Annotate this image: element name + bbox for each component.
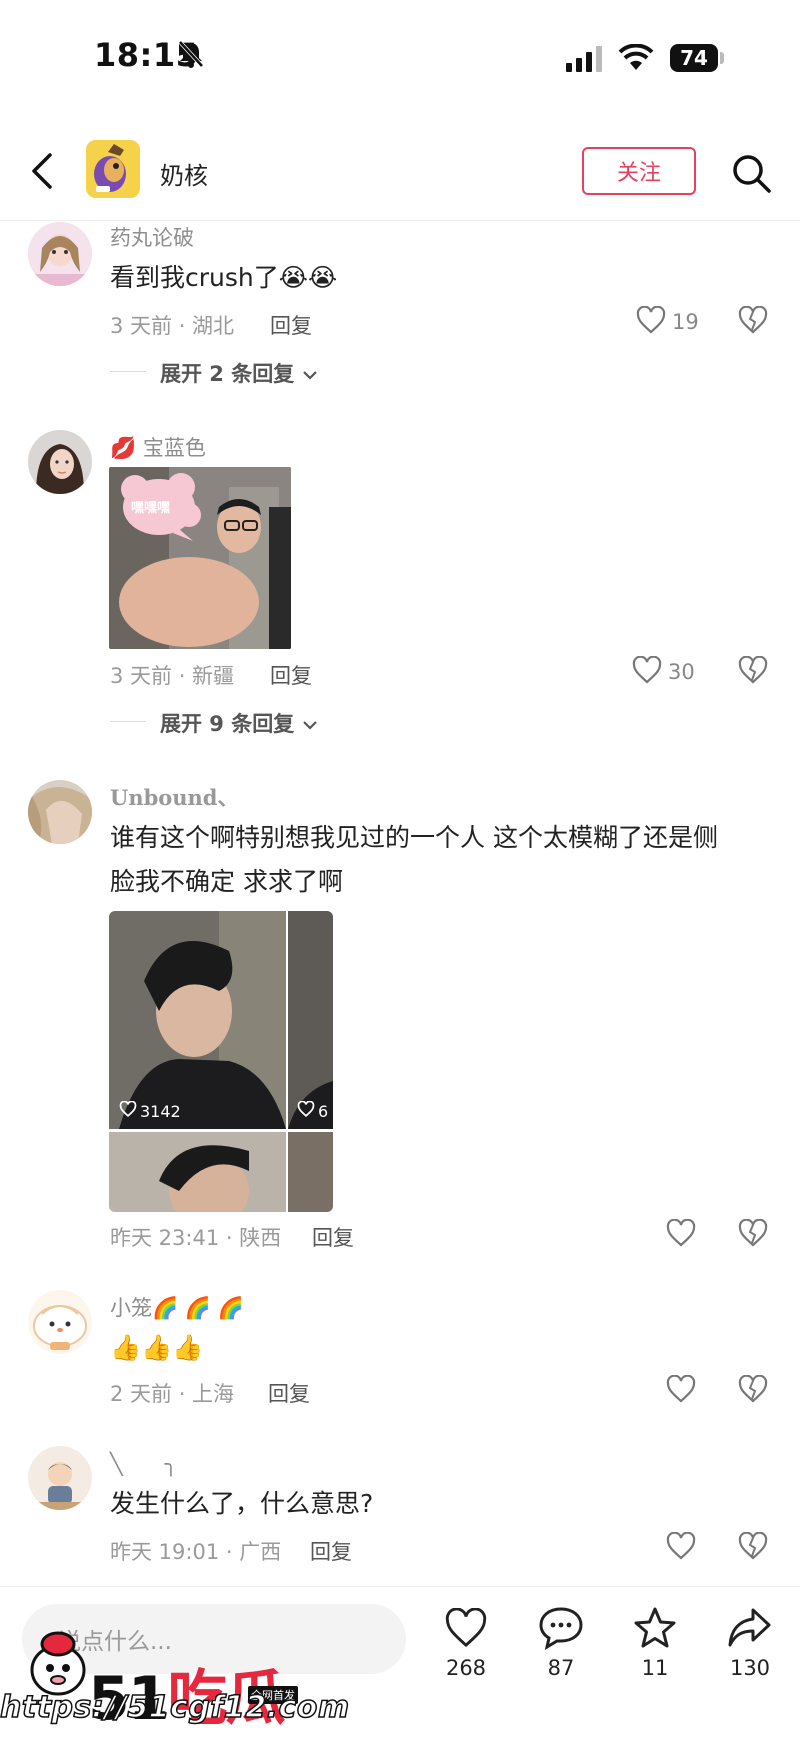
comment-avatar[interactable] xyxy=(28,780,92,844)
comment-username[interactable]: ╲ ╮ xyxy=(110,1448,177,1478)
search-icon[interactable] xyxy=(730,152,772,198)
page-title: 奶核 xyxy=(160,162,208,190)
dislike-icon[interactable] xyxy=(738,1374,768,1407)
author-avatar[interactable] xyxy=(86,140,140,198)
heart-icon xyxy=(297,1100,315,1121)
expand-divider xyxy=(110,721,146,722)
comment-image-grid[interactable]: 3142 6 xyxy=(109,911,333,1212)
comment-username[interactable]: 药丸论破 xyxy=(110,222,194,252)
dislike-icon[interactable] xyxy=(738,655,768,688)
comment-text: 发生什么了，什么意思? xyxy=(110,1489,374,1518)
share-count: 130 xyxy=(729,1656,771,1680)
expand-label: 展开 9 条回复 xyxy=(160,712,295,736)
watermark-url: https://51cgf12.com xyxy=(0,1689,350,1726)
comment-avatar[interactable] xyxy=(28,1446,92,1510)
comment-username[interactable]: 💋 宝蓝色 xyxy=(110,432,206,462)
like-count: 19 xyxy=(672,310,699,334)
image-like-count-2: 6 xyxy=(318,1101,329,1121)
comment-meta: 昨天 23:41 · 陕西 xyxy=(110,1226,282,1250)
comment-text: 看到我crush了😭😭 xyxy=(110,263,338,292)
comment-meta: 3 天前 · 湖北 xyxy=(110,314,235,338)
image-like-badge-2: 6 xyxy=(297,1100,329,1121)
image-like-count: 3142 xyxy=(140,1101,181,1121)
comment-image[interactable]: 嘿嘿嘿 xyxy=(109,467,291,649)
reply-button[interactable]: 回复 xyxy=(312,1222,354,1252)
image-like-badge: 3142 xyxy=(119,1100,181,1121)
comment-icon[interactable] xyxy=(538,1606,584,1654)
sticker-text: 嘿嘿嘿 xyxy=(131,501,171,516)
comment-username[interactable]: 小笼🌈 🌈 🌈 xyxy=(110,1292,244,1322)
heart-icon xyxy=(119,1100,137,1121)
battery-indicator: 74 xyxy=(670,44,718,72)
dislike-icon[interactable] xyxy=(738,1531,768,1564)
expand-replies-button[interactable]: 展开 2 条回复 xyxy=(160,358,318,388)
comment-avatar[interactable] xyxy=(28,430,92,494)
star-icon[interactable] xyxy=(633,1606,677,1654)
star-count: 11 xyxy=(641,1656,669,1680)
comment-meta: 2 天前 · 上海 xyxy=(110,1382,235,1406)
heart-icon[interactable] xyxy=(666,1531,696,1564)
heart-icon[interactable] xyxy=(666,1374,696,1407)
dislike-icon[interactable] xyxy=(738,1218,768,1251)
comment-meta: 3 天前 · 新疆 xyxy=(110,664,235,688)
header-divider xyxy=(0,220,800,221)
follow-button[interactable]: 关注 xyxy=(582,147,696,195)
expand-divider xyxy=(110,371,146,372)
comment-text-line2: 脸我不确定 求求了啊 xyxy=(110,867,343,896)
reply-button[interactable]: 回复 xyxy=(270,660,312,690)
comment-avatar[interactable] xyxy=(28,1290,92,1354)
reply-button[interactable]: 回复 xyxy=(270,310,312,340)
chevron-down-icon xyxy=(302,712,318,736)
comment-avatar[interactable] xyxy=(28,222,92,286)
heart-icon[interactable] xyxy=(636,305,666,338)
comment-text: 👍👍👍 xyxy=(110,1333,204,1362)
heart-icon[interactable] xyxy=(632,655,662,688)
chevron-down-icon xyxy=(302,362,318,386)
dislike-icon[interactable] xyxy=(738,305,768,338)
share-icon[interactable] xyxy=(726,1606,772,1654)
reply-button[interactable]: 回复 xyxy=(268,1378,310,1408)
back-icon[interactable] xyxy=(28,152,56,194)
comment-text-line1: 谁有这个啊特别想我见过的一个人 这个太模糊了还是侧 xyxy=(110,823,718,852)
battery-cap xyxy=(720,52,724,64)
like-action-icon[interactable] xyxy=(444,1607,488,1652)
wifi-icon xyxy=(618,43,654,76)
like-count: 30 xyxy=(668,660,695,684)
like-count: 268 xyxy=(445,1656,487,1680)
signal-icon xyxy=(566,46,606,76)
bottom-divider xyxy=(0,1586,800,1587)
reply-button[interactable]: 回复 xyxy=(310,1536,352,1566)
mute-bell-icon xyxy=(178,40,204,72)
comment-meta: 昨天 19:01 · 广西 xyxy=(110,1540,282,1564)
heart-icon[interactable] xyxy=(666,1218,696,1251)
comment-username[interactable]: Unbound、 xyxy=(110,782,239,812)
expand-label: 展开 2 条回复 xyxy=(160,362,295,386)
expand-replies-button[interactable]: 展开 9 条回复 xyxy=(160,708,318,738)
comment-count: 87 xyxy=(547,1656,575,1680)
